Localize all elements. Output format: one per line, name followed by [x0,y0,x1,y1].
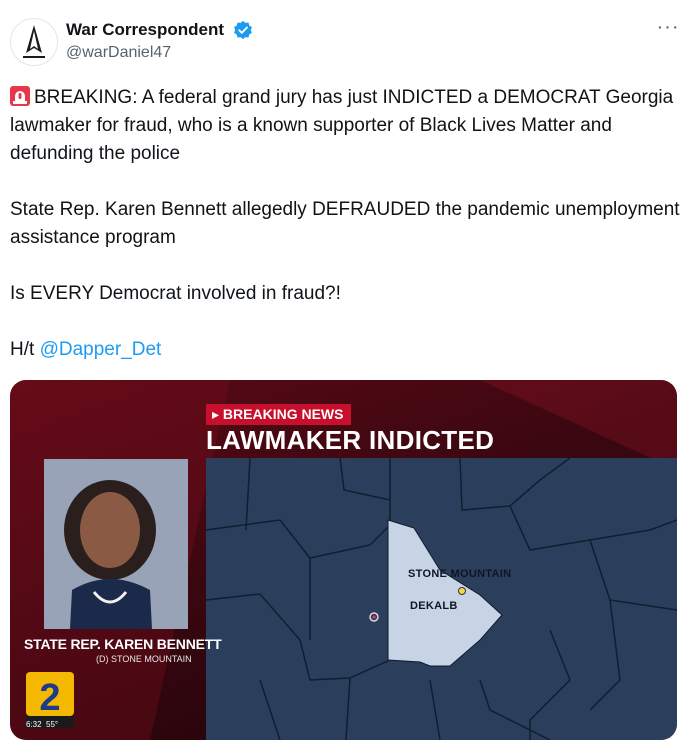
lawmaker-photo-art [44,459,188,629]
breaking-news-label: BREAKING NEWS [222,406,344,422]
graphic-headline: LAWMAKER INDICTED [206,425,495,455]
time-readout: 6:32 [26,720,42,729]
tweet-media-image[interactable]: 2 ▸ BREAKING NEWS LAWMAKER INDICTED STON… [10,380,677,740]
channel-number: 2 [39,677,60,719]
author-avatar[interactable] [10,18,58,66]
verified-badge-icon[interactable] [233,20,253,40]
author-handle[interactable]: @warDaniel47 [66,44,253,62]
tweet-paragraph-3: Is EVERY Democrat involved in fraud?! [10,283,341,304]
tweet-paragraph-1: BREAKING: A federal grand jury has just … [10,87,674,164]
time-temperature-bar: 6:32 55° [26,720,58,729]
hat-tip-prefix: H/t [10,339,40,360]
tweet-paragraph-2: State Rep. Karen Bennett allegedly DEFRA… [10,199,680,248]
police-siren-icon [10,86,30,106]
tweet-text: BREAKING: A federal grand jury has just … [10,84,680,364]
map-label-stone-mountain: STONE MOUNTAIN [408,568,512,580]
lower-third-subtitle: (D) STONE MOUNTAIN [96,654,192,664]
channel-2-logo: 2 [26,672,74,719]
hat-tip-line: H/t @Dapper_Det [10,336,680,364]
map-label-dekalb: DEKALB [410,600,458,612]
author-display-name[interactable]: War Correspondent [66,20,224,40]
lower-third-name: STATE REP. KAREN BENNETT [24,636,222,652]
temperature-readout: 55° [46,720,59,729]
breaking-news-tag: ▸ BREAKING NEWS [206,404,352,425]
county-map [205,457,677,740]
rocket-emblem-icon [23,25,45,58]
tweet-header: War Correspondent @warDaniel47 ··· [10,14,687,66]
more-options-icon[interactable]: ··· [653,17,683,40]
mention-link[interactable]: @Dapper_Det [40,339,162,360]
